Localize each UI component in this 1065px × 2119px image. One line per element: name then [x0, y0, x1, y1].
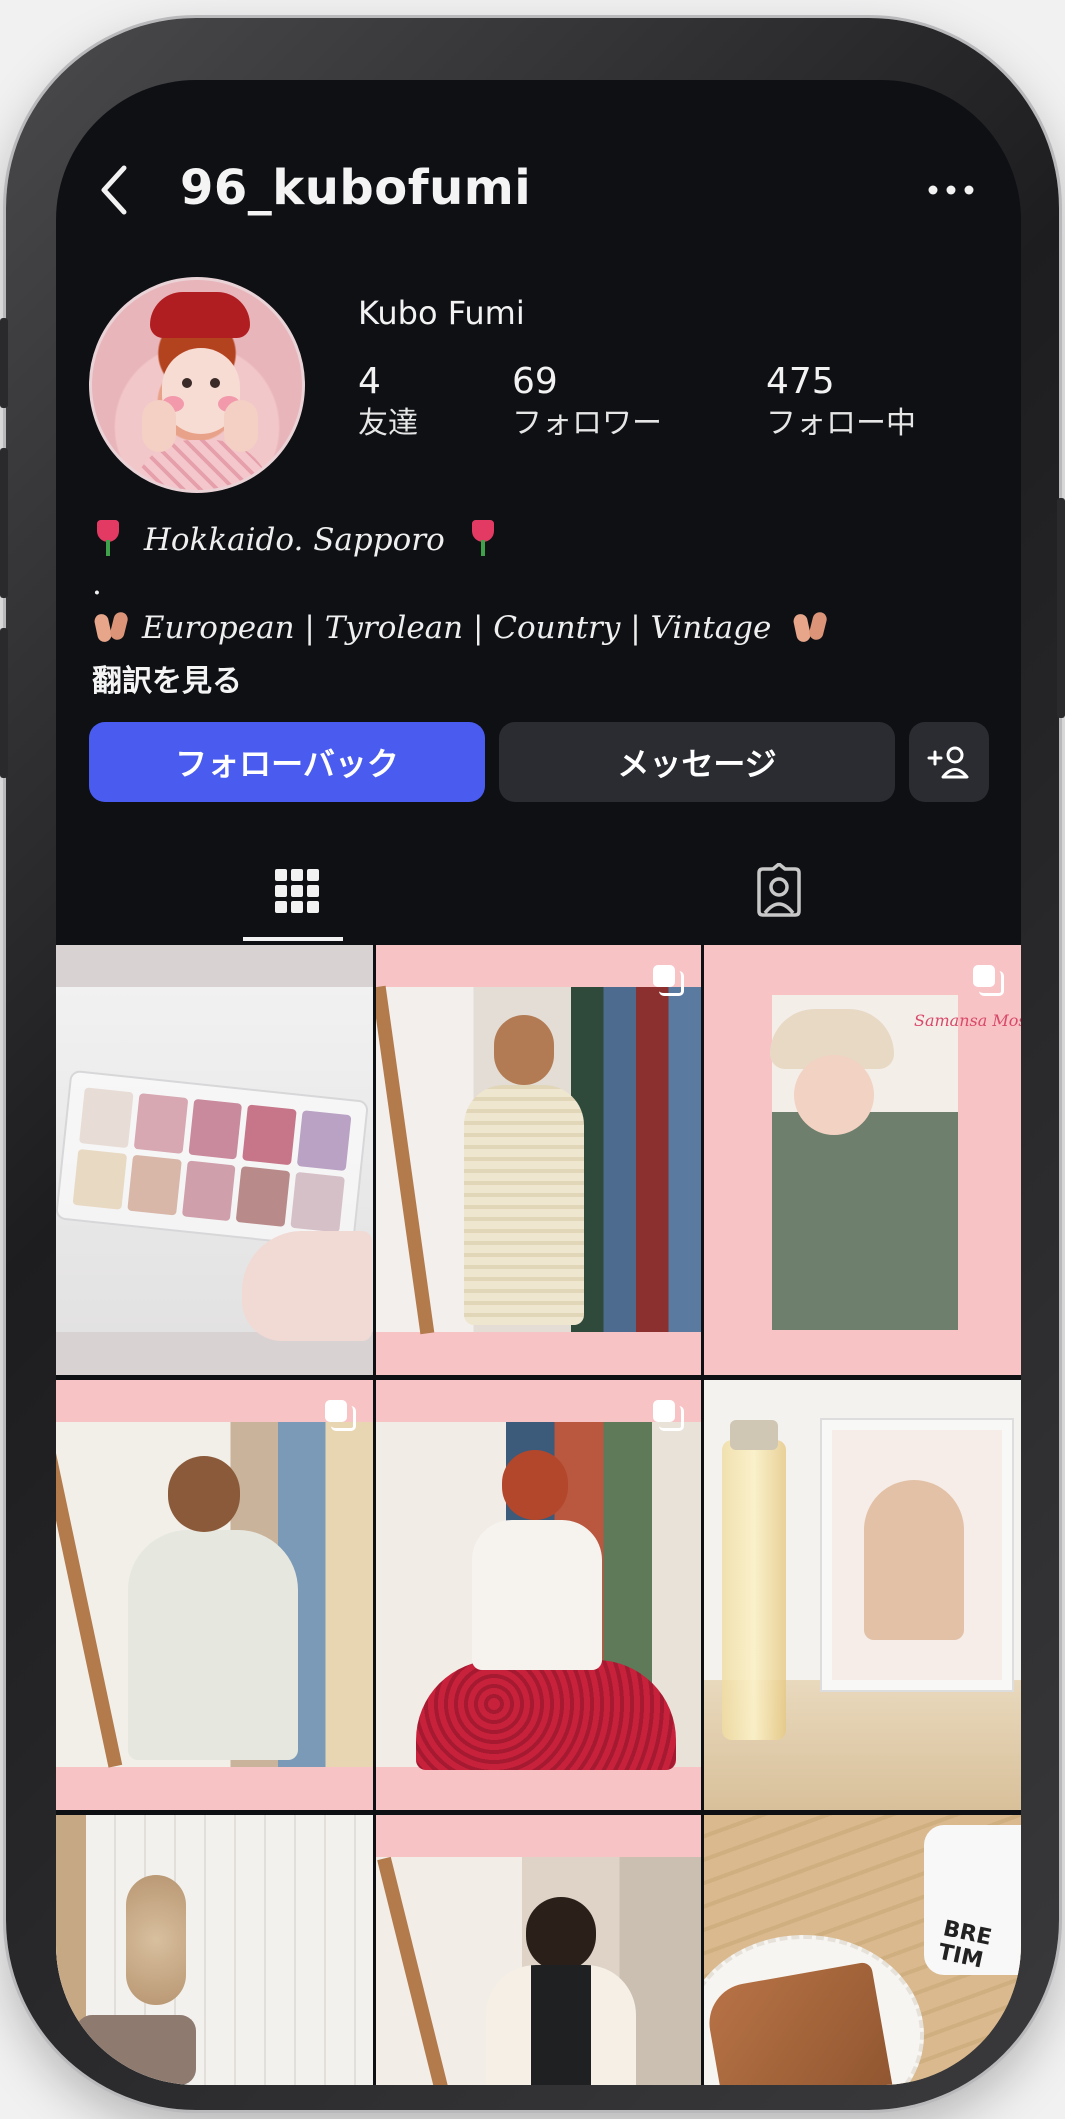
add-user-button[interactable] [909, 722, 989, 802]
app-screen: 96_kubofumi Kubo Fumi 4 友達 69 フォロワー 475 … [56, 80, 1021, 2085]
stat-followers-count: 69 [512, 361, 558, 402]
post-tile[interactable] [56, 1815, 373, 2085]
grid-icon [275, 869, 319, 913]
post-tile[interactable] [376, 1380, 701, 1810]
avatar-beret [150, 292, 250, 338]
see-translation-link[interactable]: 翻訳を見る [92, 656, 242, 700]
person-figure [486, 1965, 636, 2085]
post-tile[interactable] [376, 945, 701, 1375]
add-person-icon [927, 746, 969, 779]
carousel-icon [653, 965, 684, 996]
profile-username: 96_kubofumi [180, 160, 532, 216]
avatar-hand [142, 400, 176, 452]
tab-tagged[interactable] [538, 840, 1020, 942]
post-tile[interactable] [56, 945, 373, 1375]
bottle-cap [730, 1420, 778, 1450]
back-button[interactable] [94, 160, 134, 220]
more-options-button[interactable] [921, 170, 981, 210]
carousel-icon [325, 1400, 356, 1431]
phone-side-button [0, 318, 8, 408]
ellipsis-icon [928, 185, 974, 195]
phone-power-button [1057, 498, 1065, 718]
phone-volume-up [0, 448, 8, 598]
ballet-shoes-icon [92, 608, 132, 644]
profile-avatar[interactable] [89, 277, 305, 493]
person-figure [128, 1530, 298, 1760]
tab-posts-grid[interactable] [56, 840, 538, 942]
person-figure [464, 1085, 584, 1325]
eyeshadow-palette [56, 1069, 370, 1251]
bio-line-style: European | Tyrolean | Country | Vintage [92, 608, 831, 646]
stat-friends[interactable]: 4 友達 [358, 362, 418, 446]
stat-followers-label: フォロワー [512, 406, 662, 441]
stat-following[interactable]: 475 フォロー中 [766, 362, 916, 446]
carousel-icon [653, 1400, 684, 1431]
avatar-eye [182, 378, 192, 388]
active-tab-indicator [243, 937, 343, 941]
avatar-hand [224, 400, 258, 452]
post-tile[interactable] [376, 1815, 701, 2085]
bio-line-location: Hokkaido. Sapporo [92, 518, 497, 558]
person-figure [472, 1520, 602, 1670]
post-tile[interactable] [56, 1380, 373, 1810]
skirt [416, 1660, 676, 1770]
person-head [526, 1897, 596, 1971]
stat-friends-count: 4 [358, 361, 381, 402]
overlay-text: Samansa Mos [914, 1011, 1021, 1030]
follow-back-button[interactable]: フォローバック [89, 722, 485, 802]
bio-style-text: European | Tyrolean | Country | Vintage [141, 610, 772, 646]
ballet-shoes-icon [791, 608, 831, 644]
dried-flowers [126, 1875, 186, 2005]
phone-frame: 96_kubofumi Kubo Fumi 4 友達 69 フォロワー 475 … [0, 18, 1065, 2110]
hand [242, 1231, 372, 1341]
stat-following-count: 475 [766, 361, 835, 402]
display-name: Kubo Fumi [358, 294, 525, 332]
chevron-left-icon [101, 165, 127, 215]
carousel-icon [973, 965, 1004, 996]
message-label: メッセージ [617, 745, 777, 783]
post-tile[interactable] [704, 1380, 1021, 1810]
tulip-icon [467, 518, 497, 556]
posts-grid: Samansa Mos BRE TIM [56, 945, 1021, 2085]
post-tile[interactable]: BRE TIM [704, 1815, 1021, 2085]
follow-back-label: フォローバック [175, 745, 399, 783]
bio-location-text: Hokkaido. Sapporo [143, 522, 445, 558]
stat-friends-label: 友達 [358, 406, 418, 441]
herbarium-bottle [722, 1440, 786, 1740]
message-button[interactable]: メッセージ [499, 722, 895, 802]
profile-header: 96_kubofumi [56, 80, 1021, 255]
phone-volume-down [0, 628, 8, 778]
person-head [502, 1450, 568, 1520]
stat-following-label: フォロー中 [766, 406, 916, 441]
person-head [494, 1015, 554, 1085]
radio-device [76, 2015, 196, 2085]
avatar-eye [210, 378, 220, 388]
illustration-figure [864, 1480, 964, 1640]
tulip-icon [92, 518, 122, 556]
bio-line-dot: . [92, 566, 102, 602]
post-tile[interactable]: Samansa Mos [704, 945, 1021, 1375]
tagged-person-icon [757, 863, 801, 917]
stat-followers[interactable]: 69 フォロワー [512, 362, 662, 446]
person-face [794, 1055, 874, 1135]
person-head [168, 1456, 240, 1532]
